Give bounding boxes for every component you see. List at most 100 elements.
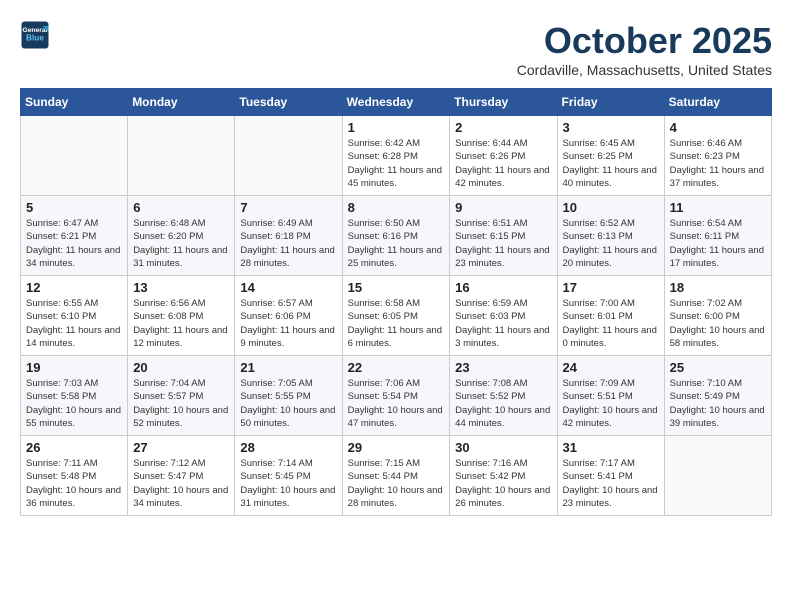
calendar-week-row: 1 Sunrise: 6:42 AMSunset: 6:28 PMDaylight…: [21, 116, 772, 196]
day-info: Sunrise: 7:17 AMSunset: 5:41 PMDaylight:…: [563, 457, 659, 510]
day-number: 6: [133, 200, 229, 215]
day-info: Sunrise: 7:02 AMSunset: 6:00 PMDaylight:…: [670, 297, 766, 350]
calendar-cell: 10 Sunrise: 6:52 AMSunset: 6:13 PMDayligh…: [557, 196, 664, 276]
day-number: 23: [455, 360, 551, 375]
calendar-cell: 2Sunrise: 6:44 AMSunset: 6:26 PMDaylight…: [450, 116, 557, 196]
day-number: 26: [26, 440, 122, 455]
month-title: October 2025: [517, 20, 772, 62]
day-number: 13: [133, 280, 229, 295]
day-number: 1: [348, 120, 445, 135]
day-info: Sunrise: 7:03 AMSunset: 5:58 PMDaylight:…: [26, 377, 122, 430]
day-info: Sunrise: 6:47 AMSunset: 6:21 PMDaylight:…: [26, 217, 122, 270]
day-number: 5: [26, 200, 122, 215]
day-number: 31: [563, 440, 659, 455]
day-number: 4: [670, 120, 766, 135]
calendar-cell: 7Sunrise: 6:49 AMSunset: 6:18 PMDaylight…: [235, 196, 342, 276]
weekday-header: Wednesday: [342, 89, 450, 116]
calendar-cell: 27Sunrise: 7:12 AMSunset: 5:47 PMDayligh…: [128, 436, 235, 516]
calendar-cell: 19 Sunrise: 7:03 AMSunset: 5:58 PMDayligh…: [21, 356, 128, 436]
page-header: General Blue October 2025 Cordaville, Ma…: [20, 20, 772, 78]
calendar-cell: 14 Sunrise: 6:57 AMSunset: 6:06 PMDayligh…: [235, 276, 342, 356]
calendar-cell: 20Sunrise: 7:04 AMSunset: 5:57 PMDayligh…: [128, 356, 235, 436]
calendar-cell: 1 Sunrise: 6:42 AMSunset: 6:28 PMDaylight…: [342, 116, 450, 196]
weekday-header: Friday: [557, 89, 664, 116]
calendar-cell: [235, 116, 342, 196]
calendar-cell: 17 Sunrise: 7:00 AMSunset: 6:01 PMDayligh…: [557, 276, 664, 356]
day-info: Sunrise: 7:14 AMSunset: 5:45 PMDaylight:…: [240, 457, 336, 510]
day-info: Sunrise: 7:10 AMSunset: 5:49 PMDaylight:…: [670, 377, 766, 430]
day-number: 25: [670, 360, 766, 375]
day-number: 16: [455, 280, 551, 295]
calendar-cell: 18 Sunrise: 7:02 AMSunset: 6:00 PMDayligh…: [664, 276, 771, 356]
svg-text:Blue: Blue: [26, 33, 44, 42]
calendar-cell: 23Sunrise: 7:08 AMSunset: 5:52 PMDayligh…: [450, 356, 557, 436]
day-number: 29: [348, 440, 445, 455]
calendar-cell: 25 Sunrise: 7:10 AMSunset: 5:49 PMDayligh…: [664, 356, 771, 436]
calendar-cell: 21Sunrise: 7:05 AMSunset: 5:55 PMDayligh…: [235, 356, 342, 436]
day-info: Sunrise: 7:09 AMSunset: 5:51 PMDaylight:…: [563, 377, 659, 430]
day-number: 12: [26, 280, 122, 295]
day-number: 11: [670, 200, 766, 215]
calendar-cell: 30Sunrise: 7:16 AMSunset: 5:42 PMDayligh…: [450, 436, 557, 516]
day-number: 22: [348, 360, 445, 375]
calendar-cell: 15Sunrise: 6:58 AMSunset: 6:05 PMDayligh…: [342, 276, 450, 356]
day-number: 3: [563, 120, 659, 135]
day-info: Sunrise: 6:54 AMSunset: 6:11 PMDaylight:…: [670, 217, 766, 270]
location: Cordaville, Massachusetts, United States: [517, 62, 772, 78]
day-number: 18: [670, 280, 766, 295]
day-number: 10: [563, 200, 659, 215]
day-number: 30: [455, 440, 551, 455]
calendar-week-row: 26 Sunrise: 7:11 AMSunset: 5:48 PMDayligh…: [21, 436, 772, 516]
day-info: Sunrise: 6:50 AMSunset: 6:16 PMDaylight:…: [348, 217, 445, 270]
day-info: Sunrise: 7:15 AMSunset: 5:44 PMDaylight:…: [348, 457, 445, 510]
calendar-cell: 28 Sunrise: 7:14 AMSunset: 5:45 PMDayligh…: [235, 436, 342, 516]
calendar-week-row: 12 Sunrise: 6:55 AMSunset: 6:10 PMDayligh…: [21, 276, 772, 356]
weekday-header-row: SundayMondayTuesdayWednesdayThursdayFrid…: [21, 89, 772, 116]
weekday-header: Monday: [128, 89, 235, 116]
calendar-table: SundayMondayTuesdayWednesdayThursdayFrid…: [20, 88, 772, 516]
day-number: 28: [240, 440, 336, 455]
day-info: Sunrise: 6:44 AMSunset: 6:26 PMDaylight:…: [455, 137, 551, 190]
day-info: Sunrise: 7:11 AMSunset: 5:48 PMDaylight:…: [26, 457, 122, 510]
calendar-cell: 16Sunrise: 6:59 AMSunset: 6:03 PMDayligh…: [450, 276, 557, 356]
day-number: 14: [240, 280, 336, 295]
day-number: 21: [240, 360, 336, 375]
calendar-cell: [128, 116, 235, 196]
day-info: Sunrise: 7:04 AMSunset: 5:57 PMDaylight:…: [133, 377, 229, 430]
logo: General Blue: [20, 20, 50, 50]
day-info: Sunrise: 6:45 AMSunset: 6:25 PMDaylight:…: [563, 137, 659, 190]
day-info: Sunrise: 6:46 AMSunset: 6:23 PMDaylight:…: [670, 137, 766, 190]
day-number: 17: [563, 280, 659, 295]
calendar-week-row: 5 Sunrise: 6:47 AMSunset: 6:21 PMDaylight…: [21, 196, 772, 276]
calendar-cell: 29 Sunrise: 7:15 AMSunset: 5:44 PMDayligh…: [342, 436, 450, 516]
calendar-cell: 13 Sunrise: 6:56 AMSunset: 6:08 PMDayligh…: [128, 276, 235, 356]
day-info: Sunrise: 6:57 AMSunset: 6:06 PMDaylight:…: [240, 297, 336, 350]
calendar-cell: 8Sunrise: 6:50 AMSunset: 6:16 PMDaylight…: [342, 196, 450, 276]
day-number: 15: [348, 280, 445, 295]
day-info: Sunrise: 7:06 AMSunset: 5:54 PMDaylight:…: [348, 377, 445, 430]
logo-icon: General Blue: [20, 20, 50, 50]
calendar-cell: 5 Sunrise: 6:47 AMSunset: 6:21 PMDaylight…: [21, 196, 128, 276]
calendar-cell: 3 Sunrise: 6:45 AMSunset: 6:25 PMDaylight…: [557, 116, 664, 196]
calendar-cell: 24 Sunrise: 7:09 AMSunset: 5:51 PMDayligh…: [557, 356, 664, 436]
calendar-cell: [664, 436, 771, 516]
calendar-cell: 9 Sunrise: 6:51 AMSunset: 6:15 PMDaylight…: [450, 196, 557, 276]
day-info: Sunrise: 6:56 AMSunset: 6:08 PMDaylight:…: [133, 297, 229, 350]
calendar-cell: 22 Sunrise: 7:06 AMSunset: 5:54 PMDayligh…: [342, 356, 450, 436]
day-info: Sunrise: 6:55 AMSunset: 6:10 PMDaylight:…: [26, 297, 122, 350]
calendar-cell: 11 Sunrise: 6:54 AMSunset: 6:11 PMDayligh…: [664, 196, 771, 276]
day-number: 9: [455, 200, 551, 215]
calendar-cell: [21, 116, 128, 196]
day-info: Sunrise: 6:42 AMSunset: 6:28 PMDaylight:…: [348, 137, 445, 190]
day-info: Sunrise: 6:52 AMSunset: 6:13 PMDaylight:…: [563, 217, 659, 270]
day-info: Sunrise: 6:51 AMSunset: 6:15 PMDaylight:…: [455, 217, 551, 270]
day-info: Sunrise: 7:00 AMSunset: 6:01 PMDaylight:…: [563, 297, 659, 350]
title-block: October 2025 Cordaville, Massachusetts, …: [517, 20, 772, 78]
calendar-cell: 26 Sunrise: 7:11 AMSunset: 5:48 PMDayligh…: [21, 436, 128, 516]
calendar-cell: 6Sunrise: 6:48 AMSunset: 6:20 PMDaylight…: [128, 196, 235, 276]
day-info: Sunrise: 6:49 AMSunset: 6:18 PMDaylight:…: [240, 217, 336, 270]
weekday-header: Sunday: [21, 89, 128, 116]
day-number: 27: [133, 440, 229, 455]
day-number: 19: [26, 360, 122, 375]
day-number: 24: [563, 360, 659, 375]
